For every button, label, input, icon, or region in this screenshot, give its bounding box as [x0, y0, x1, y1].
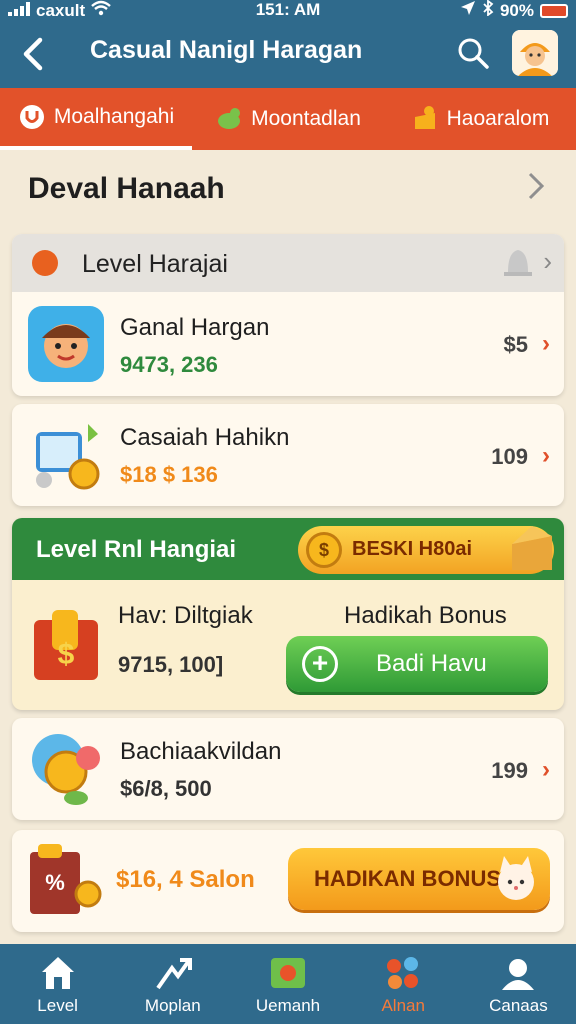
- character-icon: [28, 306, 104, 382]
- item-title: Casaiah Hahikn: [120, 424, 290, 451]
- tab-moontadlan[interactable]: Moontadlan: [192, 88, 384, 150]
- avatar[interactable]: [512, 30, 558, 76]
- promo-card: Level Rnl Hangiai $ BESKI H80ai $ Hav: D…: [12, 518, 564, 710]
- nav-uemanh[interactable]: Uemanh: [230, 944, 345, 1024]
- top-bar: caxult 151: AM 90% Casual Nanigl Haragan: [0, 0, 576, 88]
- list-item-ganal[interactable]: Ganal Hargan 9473, 236 $5 ›: [12, 294, 564, 394]
- leaf-icon: [215, 105, 243, 133]
- tab-moalhangahi[interactable]: Moalhangahi: [0, 88, 192, 150]
- promo-pill-button[interactable]: $ BESKI H80ai: [298, 526, 554, 574]
- button-label: HADIKAN BONUS: [314, 866, 501, 891]
- nav-alnan[interactable]: Alnan: [346, 944, 461, 1024]
- item-title: Bachiaakvildan: [120, 738, 282, 765]
- nav-label: Moplan: [144, 996, 201, 1015]
- button-label: Badi Havu: [376, 650, 487, 677]
- gift-icon: [411, 105, 439, 133]
- chevron-right-icon: ›: [542, 330, 550, 357]
- promo-action-button[interactable]: + Badi Havu: [286, 636, 548, 692]
- chevron-right-icon: ›: [543, 246, 552, 276]
- chart-arrow-icon: [154, 954, 192, 992]
- promo-right-title: Hadikah Bonus: [344, 602, 507, 629]
- alert-icon: [32, 250, 58, 276]
- bluetooth-icon: [482, 0, 494, 21]
- tablet-coins-icon: [28, 418, 104, 494]
- search-button[interactable]: [456, 36, 490, 70]
- svg-text:%: %: [45, 870, 65, 895]
- promo-item-title: Hav: Diltgiak: [118, 602, 253, 629]
- status-bar: caxult 151: AM 90%: [0, 0, 576, 22]
- item-title: Ganal Hargan: [120, 314, 270, 341]
- u-circle-icon: [18, 103, 46, 131]
- tab-label: Moalhangahi: [53, 105, 175, 128]
- level-card-title: Level Harajai: [82, 250, 228, 278]
- section-header[interactable]: Deval Hanaah: [0, 152, 576, 228]
- apps-dots-icon: [384, 954, 422, 992]
- map-icon: [269, 954, 307, 992]
- status-right: 90%: [460, 0, 568, 21]
- promo-header: Level Rnl Hangiai $ BESKI H80ai: [12, 518, 564, 580]
- bonus-amount: $16, 4 Salon: [116, 866, 255, 893]
- level-card-header[interactable]: Level Harajai ›: [12, 234, 564, 292]
- back-icon: [23, 37, 43, 71]
- cat-icon: [492, 854, 540, 904]
- section-title: Deval Hanaah: [28, 172, 225, 205]
- percent-book-icon: %: [24, 840, 104, 920]
- bottom-nav: Level Moplan Uemanh Alnan Canaas: [0, 944, 576, 1024]
- coin-icon: $: [306, 532, 342, 568]
- item-value: 9473, 236: [120, 352, 218, 377]
- money-envelope-icon: $: [30, 604, 106, 690]
- item-value: $6/8, 500: [120, 776, 212, 801]
- tab-haoaralom[interactable]: Haoaralom: [384, 88, 576, 150]
- item-price: 199: [491, 758, 528, 783]
- promo-item-value: 9715, 100]: [118, 652, 224, 677]
- nav-label: Alnan: [381, 996, 425, 1015]
- user-icon: [499, 954, 537, 992]
- avatar-icon: [512, 30, 558, 76]
- nav-label: Uemanh: [255, 996, 321, 1015]
- location-icon: [460, 0, 476, 21]
- nav-moplan[interactable]: Moplan: [115, 944, 230, 1024]
- tab-label: Haoaralom: [446, 107, 550, 130]
- treasure-box-icon: [508, 522, 556, 574]
- bell-icon: [502, 244, 534, 278]
- pill-label: BESKI H80ai: [352, 538, 473, 560]
- svg-text:$: $: [58, 638, 75, 671]
- item-price: 109: [491, 444, 528, 469]
- page-title: Casual Nanigl Haragan: [90, 36, 363, 64]
- battery-icon: [540, 3, 568, 18]
- list-item-casaiah[interactable]: Casaiah Hahikn $18 $ 136 109 ›: [12, 404, 564, 506]
- nav-canaas[interactable]: Canaas: [461, 944, 576, 1024]
- chevron-right-icon: [526, 170, 546, 210]
- chevron-right-icon: ›: [542, 442, 550, 469]
- nav-label: Level: [37, 996, 78, 1015]
- plus-icon: +: [302, 646, 338, 682]
- list-item-bachiaakvildan[interactable]: Bachiaakvildan $6/8, 500 199 ›: [12, 718, 564, 820]
- item-price: $5: [503, 332, 528, 357]
- tab-bar: Moalhangahi Moontadlan Haoaralom: [0, 88, 576, 150]
- promo-title: Level Rnl Hangiai: [36, 536, 237, 563]
- back-button[interactable]: [18, 34, 54, 74]
- bonus-button[interactable]: HADIKAN BONUS: [288, 848, 550, 910]
- tab-label: Moontadlan: [251, 107, 361, 130]
- search-icon: [458, 38, 489, 69]
- nav-level[interactable]: Level: [0, 944, 115, 1024]
- chevron-right-icon: ›: [542, 756, 550, 783]
- battery-label: 90%: [499, 0, 534, 20]
- item-value: $18 $ 136: [120, 462, 218, 487]
- home-icon: [39, 954, 77, 992]
- app-header: Casual Nanigl Haragan: [0, 26, 576, 84]
- nav-label: Canaas: [489, 996, 548, 1015]
- coin-pile-icon: [28, 730, 104, 806]
